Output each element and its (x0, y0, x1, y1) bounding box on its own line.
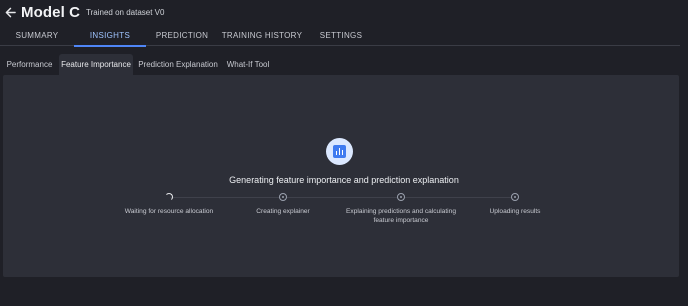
status-heading: Generating feature importance and predic… (229, 175, 459, 185)
tab-prediction[interactable]: PREDICTION (146, 25, 218, 46)
pending-step-icon (397, 193, 405, 201)
page-title: Model C (21, 3, 81, 21)
step-label-uploading-results: Uploading results (489, 208, 541, 215)
step-label-creating-explainer: Creating explainer (256, 208, 310, 215)
pending-step-icon (279, 193, 287, 201)
subtab-feature-importance[interactable]: Feature Importance (59, 54, 133, 75)
subtab-performance[interactable]: Performance (3, 54, 56, 75)
arrow-left-icon[interactable] (4, 4, 16, 20)
subtab-what-if-tool[interactable]: What-If Tool (224, 54, 272, 75)
main-tabs: SUMMARY INSIGHTS PREDICTION TRAINING HIS… (0, 25, 680, 47)
tab-training-history[interactable]: TRAINING HISTORY (218, 25, 306, 46)
status-badge (326, 138, 353, 165)
subtab-prediction-explanation[interactable]: Prediction Explanation (137, 54, 219, 75)
step-label-resource-allocation: Waiting for resource allocation (124, 208, 214, 215)
progress-stepper-line (170, 197, 516, 198)
step-label-explaining-predictions: Explaining predictions and calculating f… (346, 208, 456, 224)
page-header: Model C Trained on dataset V0 (4, 2, 164, 22)
loading-spinner-icon (165, 193, 173, 201)
tab-summary[interactable]: SUMMARY (0, 25, 74, 46)
tab-insights[interactable]: INSIGHTS (74, 25, 146, 47)
insights-subtabs: Performance Feature Importance Predictio… (0, 54, 688, 75)
bar-chart-icon (333, 145, 346, 158)
pending-step-icon (511, 193, 519, 201)
tab-settings[interactable]: SETTINGS (306, 25, 376, 46)
page-subtitle: Trained on dataset V0 (86, 8, 165, 17)
